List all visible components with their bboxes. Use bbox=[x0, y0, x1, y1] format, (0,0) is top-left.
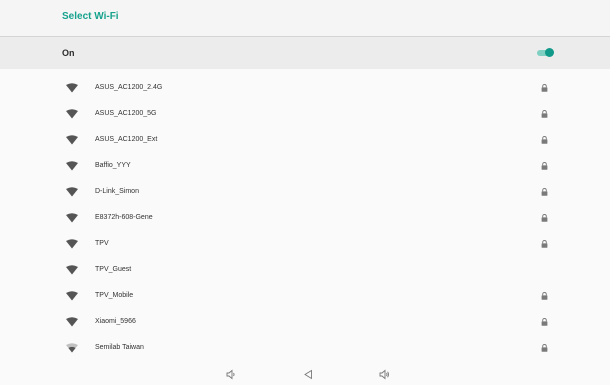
volume-down-icon bbox=[226, 369, 235, 380]
lock-icon bbox=[541, 188, 548, 196]
network-ssid: ASUS_AC1200_5G bbox=[95, 110, 157, 117]
volume-down-button[interactable] bbox=[226, 369, 237, 380]
lock-icon bbox=[541, 162, 548, 170]
lock-icon bbox=[541, 110, 548, 118]
network-list-item[interactable]: ASUS_AC1200_2.4G bbox=[0, 76, 610, 102]
wifi-signal-icon bbox=[66, 161, 78, 171]
wifi-signal-icon bbox=[66, 265, 78, 275]
wifi-signal-icon bbox=[66, 343, 78, 353]
volume-up-button[interactable] bbox=[379, 369, 390, 380]
wifi-toggle-switch[interactable] bbox=[537, 48, 554, 57]
wifi-signal-icon bbox=[66, 213, 78, 223]
network-ssid: D-Link_Simon bbox=[95, 188, 139, 195]
network-ssid: ASUS_AC1200_Ext bbox=[95, 136, 158, 143]
wifi-signal-icon bbox=[66, 239, 78, 249]
back-button[interactable] bbox=[303, 369, 314, 380]
network-ssid: TPV bbox=[95, 240, 109, 247]
network-ssid: E8372h-608-Gene bbox=[95, 214, 153, 221]
wifi-signal-icon bbox=[66, 291, 78, 301]
network-list-item[interactable]: ASUS_AC1200_Ext bbox=[0, 128, 610, 154]
network-ssid: Xiaomi_5966 bbox=[95, 318, 136, 325]
network-list-item[interactable]: Semilab Taiwan bbox=[0, 336, 610, 362]
network-ssid: TPV_Guest bbox=[95, 266, 132, 273]
network-list-item[interactable]: ASUS_AC1200_5G bbox=[0, 102, 610, 128]
network-list: ASUS_AC1200_2.4G ASUS_AC1200_5G ASUS_AC120… bbox=[0, 76, 610, 362]
app-bar: Select Wi-Fi bbox=[0, 0, 610, 36]
lock-icon bbox=[541, 240, 548, 248]
network-list-item[interactable]: TPV bbox=[0, 232, 610, 258]
toggle-thumb bbox=[545, 48, 554, 57]
lock-icon bbox=[541, 136, 548, 144]
volume-up-icon bbox=[379, 369, 389, 380]
network-list-item[interactable]: TPV_Guest bbox=[0, 258, 610, 284]
wifi-settings-screen: Select Wi-Fi On ASUS_AC1200_2.4G ASUS_AC1… bbox=[0, 0, 610, 385]
lock-icon bbox=[541, 344, 548, 352]
network-list-item[interactable]: Xiaomi_5966 bbox=[0, 310, 610, 336]
wifi-signal-icon bbox=[66, 109, 78, 119]
network-ssid: Semilab Taiwan bbox=[95, 344, 144, 351]
wifi-signal-icon bbox=[66, 135, 78, 145]
lock-icon bbox=[541, 84, 548, 92]
wifi-switch-label: On bbox=[62, 48, 75, 58]
page-title: Select Wi-Fi bbox=[62, 11, 119, 22]
wifi-signal-icon bbox=[66, 187, 78, 197]
wifi-signal-icon bbox=[66, 83, 78, 93]
system-navigation-bar bbox=[0, 364, 610, 385]
back-icon bbox=[304, 369, 312, 380]
network-ssid: TPV_Mobile bbox=[95, 292, 134, 299]
lock-icon bbox=[541, 292, 548, 300]
network-ssid: Baffio_YYY bbox=[95, 162, 131, 169]
network-ssid: ASUS_AC1200_2.4G bbox=[95, 84, 163, 91]
network-list-item[interactable]: TPV_Mobile bbox=[0, 284, 610, 310]
network-list-item[interactable]: D-Link_Simon bbox=[0, 180, 610, 206]
network-list-item[interactable]: E8372h-608-Gene bbox=[0, 206, 610, 232]
network-list-item[interactable]: Baffio_YYY bbox=[0, 154, 610, 180]
wifi-master-switch-bar[interactable]: On bbox=[0, 36, 610, 69]
wifi-signal-icon bbox=[66, 317, 78, 327]
lock-icon bbox=[541, 318, 548, 326]
lock-icon bbox=[541, 214, 548, 222]
